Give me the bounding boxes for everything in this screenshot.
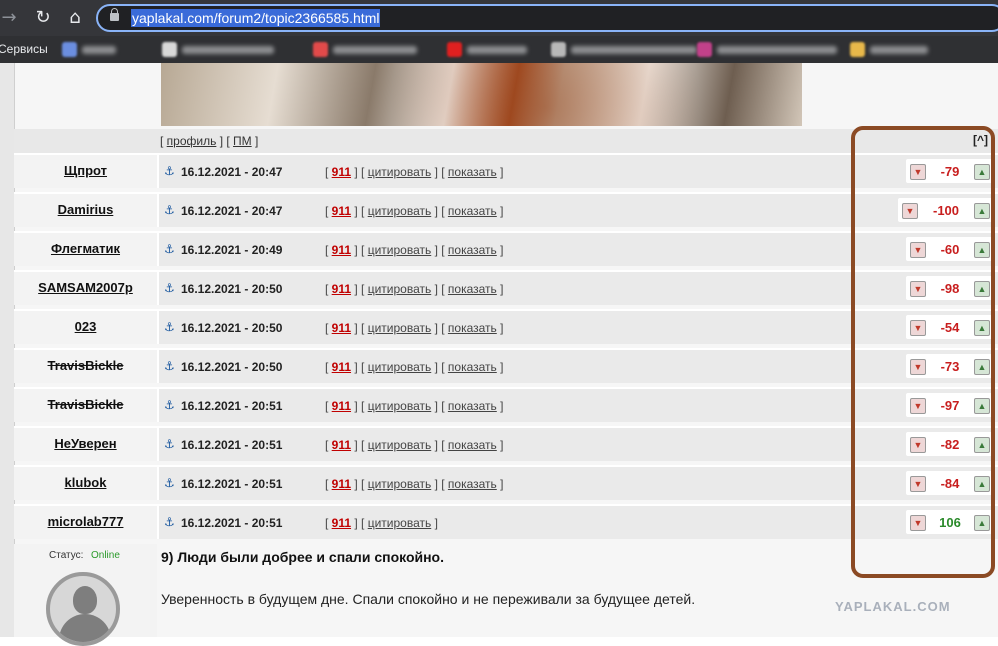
forum-page: [ профиль ] [ ПМ ] [^] Щпрот ⚓ 16.12.2021 … bbox=[0, 63, 998, 646]
show-link[interactable]: показать bbox=[448, 477, 497, 491]
show-link[interactable]: показать bbox=[448, 282, 497, 296]
anchor-icon[interactable]: ⚓ bbox=[164, 164, 175, 178]
post-number-link[interactable]: 911 bbox=[332, 321, 351, 335]
quote-link[interactable]: цитировать bbox=[368, 204, 432, 218]
post-image bbox=[161, 63, 802, 126]
show-link[interactable]: показать bbox=[448, 243, 497, 257]
post-number-link[interactable]: 911 bbox=[332, 516, 351, 530]
address-bar[interactable]: yaplakal.com/forum2/topic2366585.html bbox=[96, 4, 998, 32]
post-actions: [ 911 ] [ цитировать ] bbox=[325, 516, 438, 530]
anchor-icon[interactable]: ⚓ bbox=[164, 281, 175, 295]
show-link[interactable]: показать bbox=[448, 399, 497, 413]
status-value: Online bbox=[91, 550, 120, 561]
post-date: 16.12.2021 - 20:49 bbox=[181, 243, 283, 257]
anchor-icon[interactable]: ⚓ bbox=[164, 476, 175, 490]
lock-icon bbox=[110, 8, 119, 21]
quote-link[interactable]: цитировать bbox=[368, 243, 432, 257]
profile-link[interactable]: профиль bbox=[167, 134, 217, 148]
post-title: 9) Люди были добрее и спали спокойно. bbox=[161, 549, 444, 565]
quote-link[interactable]: цитировать bbox=[368, 399, 432, 413]
post-text: Уверенность в будущем дне. Спали спокойн… bbox=[161, 591, 696, 607]
post-author[interactable]: Флегматик bbox=[14, 233, 159, 266]
home-icon[interactable]: ⌂ bbox=[62, 5, 88, 31]
post-date: 16.12.2021 - 20:50 bbox=[181, 360, 283, 374]
post-date: 16.12.2021 - 20:50 bbox=[181, 282, 283, 296]
reload-icon[interactable]: ↻ bbox=[30, 5, 56, 31]
post-author[interactable]: TravisBickle bbox=[14, 389, 159, 422]
watermark: YAPLAKAL.COM bbox=[835, 599, 951, 614]
quote-link[interactable]: цитировать bbox=[368, 516, 432, 530]
post-actions: [ 911 ] [ цитировать ] [ показать ] bbox=[325, 282, 504, 296]
anchor-icon[interactable]: ⚓ bbox=[164, 203, 175, 217]
avatar[interactable] bbox=[46, 572, 120, 646]
forward-arrow-icon[interactable]: → bbox=[0, 5, 22, 31]
post-actions: [ 911 ] [ цитировать ] [ показать ] bbox=[325, 360, 504, 374]
url-text[interactable]: yaplakal.com/forum2/topic2366585.html bbox=[131, 9, 381, 27]
bookmark-services[interactable]: Сервисы bbox=[0, 42, 48, 56]
post-author[interactable]: TravisBickle bbox=[14, 350, 159, 383]
anchor-icon[interactable]: ⚓ bbox=[164, 359, 175, 373]
user-panel: Статус: Online bbox=[14, 544, 157, 646]
post-number-link[interactable]: 911 bbox=[332, 438, 351, 452]
anchor-icon[interactable]: ⚓ bbox=[164, 242, 175, 256]
post-number-link[interactable]: 911 bbox=[332, 243, 351, 257]
show-link[interactable]: показать bbox=[448, 204, 497, 218]
browser-toolbar: → ↻ ⌂ yaplakal.com/forum2/topic2366585.h… bbox=[0, 0, 998, 36]
post-number-link[interactable]: 911 bbox=[332, 477, 351, 491]
post-number-link[interactable]: 911 bbox=[332, 399, 351, 413]
show-link[interactable]: показать bbox=[448, 321, 497, 335]
anchor-icon[interactable]: ⚓ bbox=[164, 437, 175, 451]
post-number-link[interactable]: 911 bbox=[332, 165, 351, 179]
anchor-icon[interactable]: ⚓ bbox=[164, 515, 175, 529]
post-date: 16.12.2021 - 20:47 bbox=[181, 165, 283, 179]
quote-link[interactable]: цитировать bbox=[368, 321, 432, 335]
post-actions: [ 911 ] [ цитировать ] [ показать ] bbox=[325, 243, 504, 257]
post-author[interactable]: Щпрот bbox=[14, 155, 159, 188]
anchor-icon[interactable]: ⚓ bbox=[164, 320, 175, 334]
post-date: 16.12.2021 - 20:51 bbox=[181, 399, 283, 413]
post-date: 16.12.2021 - 20:47 bbox=[181, 204, 283, 218]
post-author[interactable]: klubok bbox=[14, 467, 159, 500]
post-actions: [ 911 ] [ цитировать ] [ показать ] bbox=[325, 399, 504, 413]
post-actions: [ 911 ] [ цитировать ] [ показать ] bbox=[325, 438, 504, 452]
bookmarks-bar: Сервисы bbox=[0, 36, 998, 63]
post-actions: [ 911 ] [ цитировать ] [ показать ] bbox=[325, 165, 504, 179]
quote-link[interactable]: цитировать bbox=[368, 165, 432, 179]
quote-link[interactable]: цитировать bbox=[368, 360, 432, 374]
ratings-highlight-box bbox=[851, 126, 995, 578]
post-actions: [ 911 ] [ цитировать ] [ показать ] bbox=[325, 321, 504, 335]
post-number-link[interactable]: 911 bbox=[332, 282, 351, 296]
show-link[interactable]: показать bbox=[448, 165, 497, 179]
post-author[interactable]: Damirius bbox=[14, 194, 159, 227]
quote-link[interactable]: цитировать bbox=[368, 477, 432, 491]
left-border bbox=[0, 63, 15, 637]
profile-links: [ профиль ] [ ПМ ] bbox=[160, 134, 259, 148]
post-actions: [ 911 ] [ цитировать ] [ показать ] bbox=[325, 204, 504, 218]
post-number-link[interactable]: 911 bbox=[332, 360, 351, 374]
post-author[interactable]: SAMSAM2007p bbox=[14, 272, 159, 305]
post-author[interactable]: НеУверен bbox=[14, 428, 159, 461]
pm-link[interactable]: ПМ bbox=[233, 134, 252, 148]
show-link[interactable]: показать bbox=[448, 438, 497, 452]
anchor-icon[interactable]: ⚓ bbox=[164, 398, 175, 412]
post-author[interactable]: 023 bbox=[14, 311, 159, 344]
status-label: Статус: bbox=[49, 550, 84, 561]
post-author[interactable]: microlab777 bbox=[14, 506, 159, 539]
show-link[interactable]: показать bbox=[448, 360, 497, 374]
post-date: 16.12.2021 - 20:50 bbox=[181, 321, 283, 335]
quote-link[interactable]: цитировать bbox=[368, 438, 432, 452]
post-date: 16.12.2021 - 20:51 bbox=[181, 438, 283, 452]
post-number-link[interactable]: 911 bbox=[332, 204, 351, 218]
post-date: 16.12.2021 - 20:51 bbox=[181, 477, 283, 491]
quote-link[interactable]: цитировать bbox=[368, 282, 432, 296]
post-date: 16.12.2021 - 20:51 bbox=[181, 516, 283, 530]
post-actions: [ 911 ] [ цитировать ] [ показать ] bbox=[325, 477, 504, 491]
